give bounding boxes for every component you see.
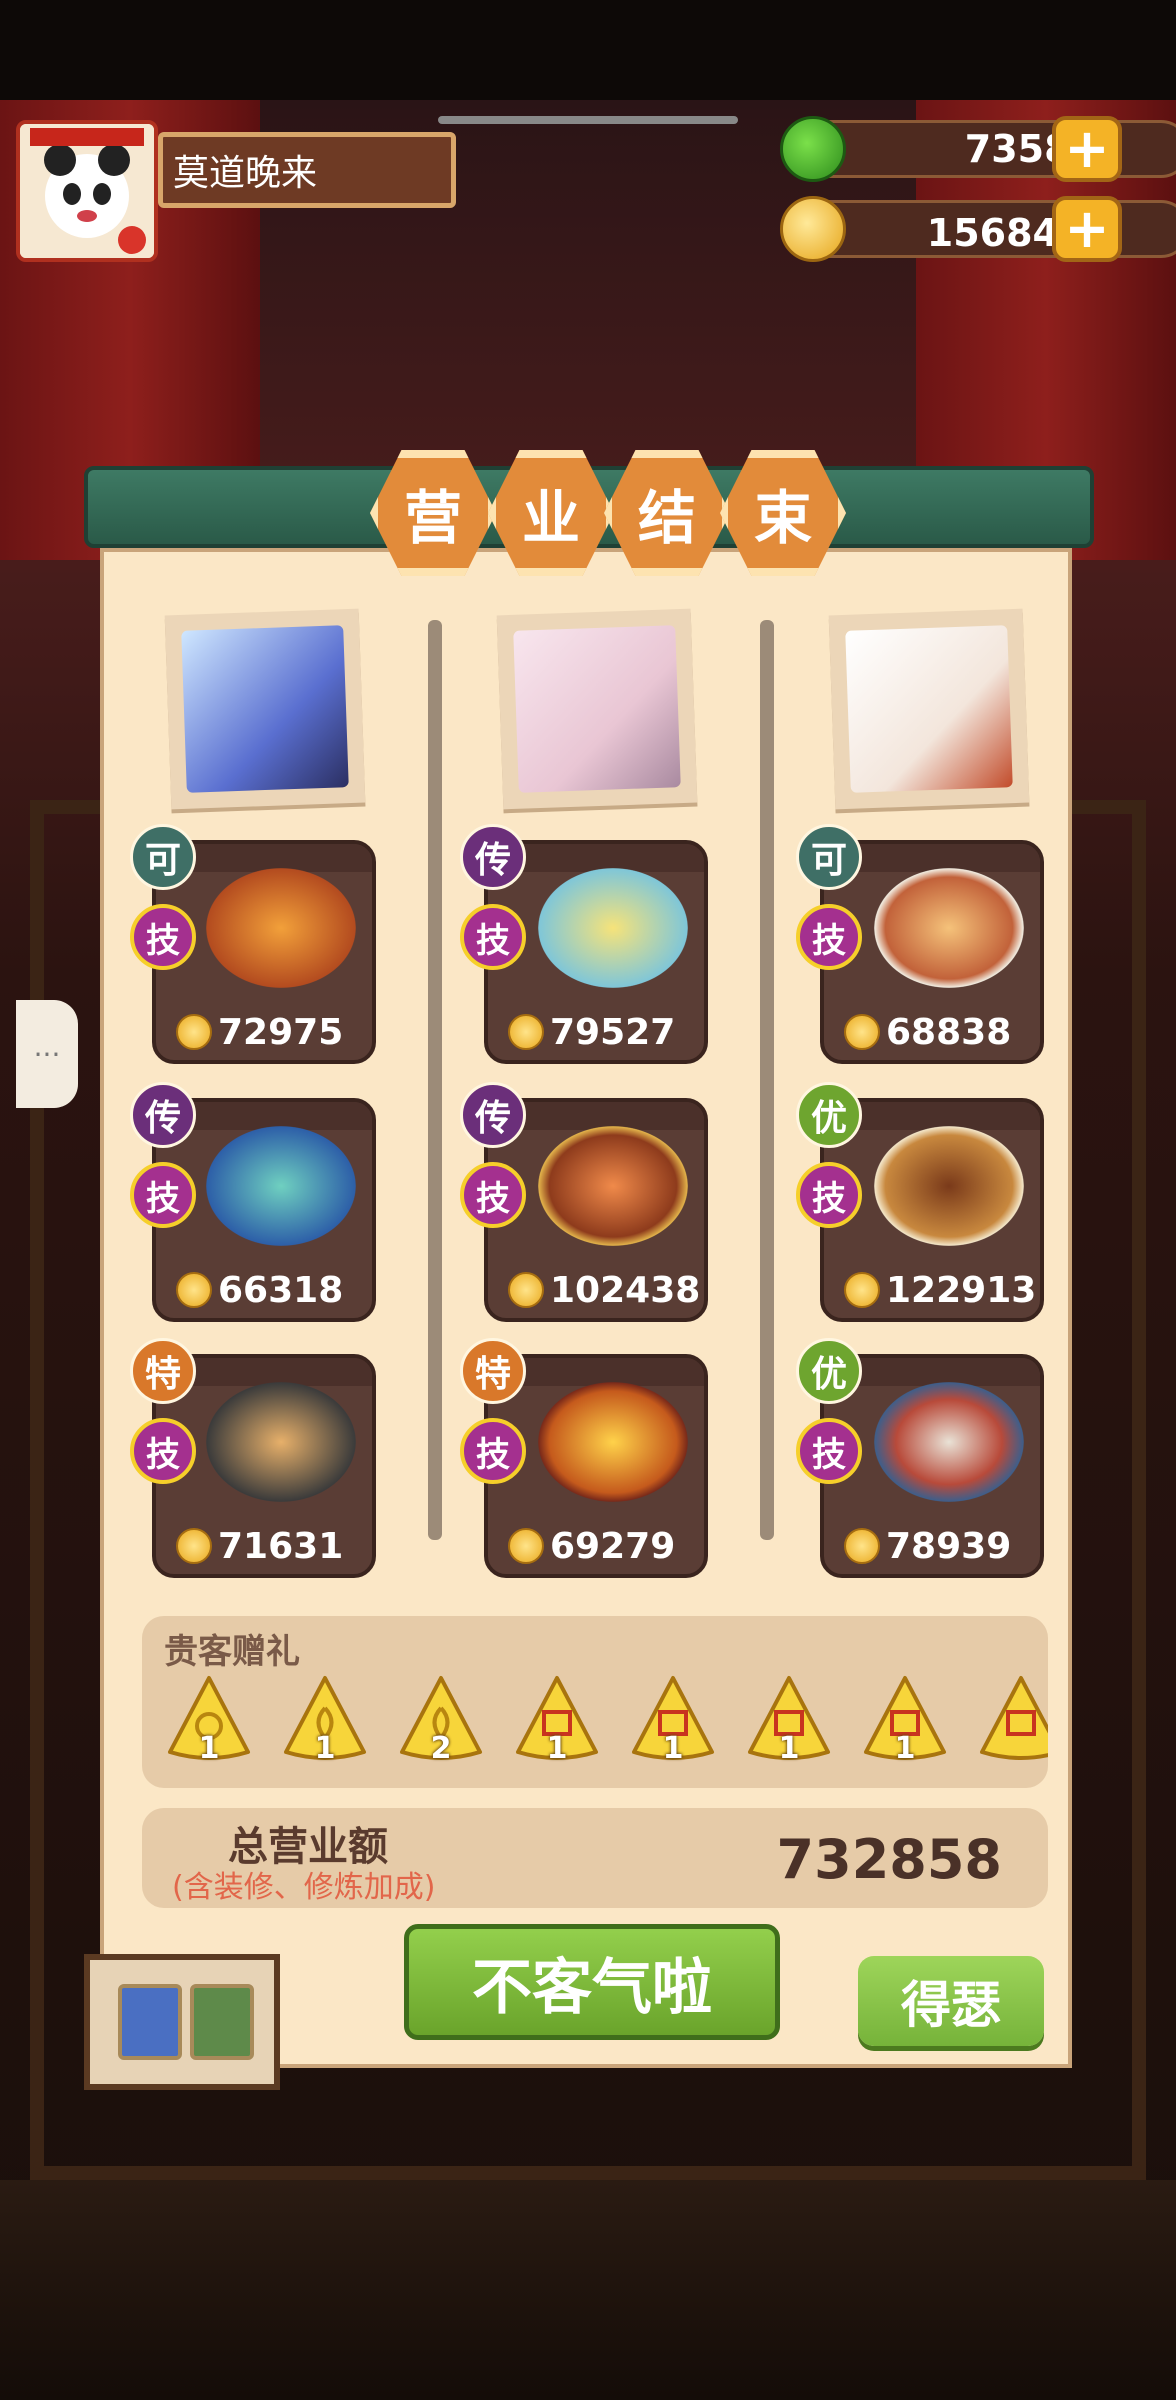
gift-item[interactable]: 1: [630, 1674, 716, 1766]
dish-price: 78939: [844, 1524, 1040, 1568]
floor: [0, 2180, 1176, 2400]
feast-table-icon: [874, 1382, 1024, 1502]
green-jade-icon: [780, 116, 846, 182]
gift-item[interactable]: [978, 1674, 1048, 1762]
dish-price: 68838: [844, 1010, 1040, 1054]
dish-price: 66318: [176, 1268, 372, 1312]
total-value: 732858: [776, 1828, 1002, 1891]
coin-icon: [176, 1014, 212, 1050]
hooded-girl-portrait: [513, 625, 681, 793]
rank-badge: 传: [460, 824, 526, 890]
dish-price: 69279: [508, 1524, 704, 1568]
skill-badge: 技: [796, 1162, 862, 1228]
coin-icon: [508, 1528, 544, 1564]
skill-badge: 技: [460, 904, 526, 970]
coin-icon: [844, 1272, 880, 1308]
lantern-banquet-dish-icon: [538, 868, 688, 988]
rank-badge: 优: [796, 1338, 862, 1404]
blue-tile-icon[interactable]: [118, 1984, 182, 2060]
coin-icon: [844, 1528, 880, 1564]
add-coins-button[interactable]: +: [1052, 196, 1122, 262]
rank-badge: 特: [130, 1338, 196, 1404]
coin-icon: [844, 1014, 880, 1050]
gold-coin-icon: [780, 196, 846, 262]
rank-badge: 可: [796, 824, 862, 890]
gift-item[interactable]: 1: [862, 1674, 948, 1766]
gifts-title: 贵客赠礼: [164, 1632, 300, 1672]
show-off-button[interactable]: 得瑟: [858, 1956, 1044, 2046]
total-revenue-panel: 总营业额 (含装修、修炼加成) 732858: [142, 1808, 1048, 1908]
rank-badge: 传: [130, 1082, 196, 1148]
white-haired-boy-portrait: [181, 625, 349, 793]
gift-item[interactable]: 1: [282, 1674, 368, 1766]
blue-porcelain-soup-icon: [206, 1126, 356, 1246]
guest-portrait-2[interactable]: [496, 608, 698, 810]
column-divider: [428, 620, 442, 1540]
decoration-panel: [84, 1954, 280, 2090]
dish-price: 122913: [844, 1268, 1040, 1312]
total-note: (含装修、修炼加成): [172, 1870, 436, 1905]
side-chat-tab[interactable]: ···: [16, 1000, 78, 1108]
home-indicator: [438, 116, 738, 124]
gift-item[interactable]: 1: [746, 1674, 832, 1766]
skill-badge: 技: [460, 1162, 526, 1228]
skill-badge: 技: [130, 1162, 196, 1228]
column-divider: [760, 620, 774, 1540]
rank-badge: 传: [460, 1082, 526, 1148]
coin-icon: [176, 1528, 212, 1564]
dish-price: 71631: [176, 1524, 372, 1568]
dish-price: 72975: [176, 1010, 372, 1054]
coin-icon: [176, 1272, 212, 1308]
green-tile-icon[interactable]: [190, 1984, 254, 2060]
guest-gifts-panel: 贵客赠礼 1 1 2 1 1 1 1: [142, 1616, 1048, 1788]
coin-icon: [508, 1014, 544, 1050]
tiger-spirit-portrait: [845, 625, 1013, 793]
add-jade-button[interactable]: +: [1052, 116, 1122, 182]
panda-mascot-icon: [20, 124, 154, 258]
golden-dragon-dish-icon: [538, 1382, 688, 1502]
skill-badge: 技: [130, 904, 196, 970]
roast-pork-bowl-icon: [538, 1126, 688, 1246]
coin-icon: [508, 1272, 544, 1308]
skill-badge: 技: [130, 1418, 196, 1484]
braised-soup-pot-icon: [874, 1126, 1024, 1246]
rank-badge: 优: [796, 1082, 862, 1148]
emblem-gift-icon: [980, 1676, 1048, 1760]
gift-item[interactable]: 2: [398, 1674, 484, 1766]
dish-price: 79527: [508, 1010, 704, 1054]
confirm-button[interactable]: 不客气啦: [404, 1924, 780, 2040]
gift-item[interactable]: 1: [514, 1674, 600, 1766]
player-avatar[interactable]: [16, 120, 158, 262]
gift-item[interactable]: 1: [166, 1674, 252, 1766]
skill-badge: 技: [460, 1418, 526, 1484]
clay-pot-dish-icon: [206, 1382, 356, 1502]
rank-badge: 可: [130, 824, 196, 890]
skill-badge: 技: [796, 1418, 862, 1484]
guest-portrait-1[interactable]: [164, 608, 366, 810]
skill-badge: 技: [796, 904, 862, 970]
steamed-fish-icon: [874, 868, 1024, 988]
dish-price: 102438: [508, 1268, 704, 1312]
seafood-platter-icon: [206, 868, 356, 988]
guest-portrait-3[interactable]: [828, 608, 1030, 810]
player-name: 莫道晚来: [158, 132, 456, 208]
rank-badge: 特: [460, 1338, 526, 1404]
